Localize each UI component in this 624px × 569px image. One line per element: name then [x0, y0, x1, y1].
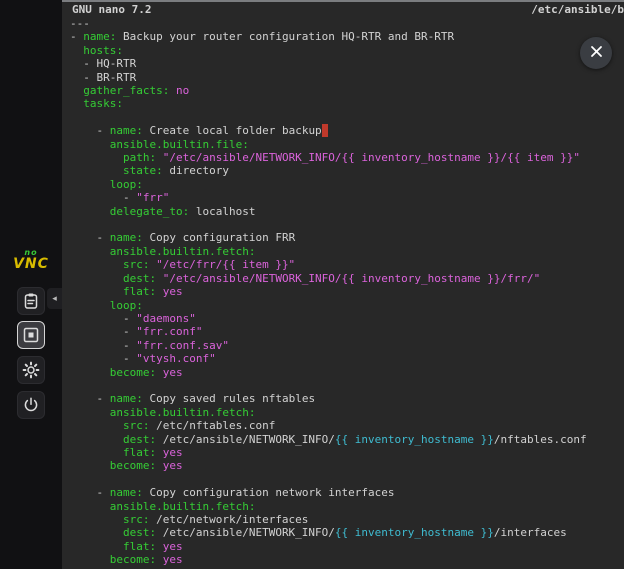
- terminal-line: - "frr.conf": [70, 325, 624, 338]
- novnc-logo: no VNC: [0, 249, 62, 271]
- terminal-line: state: directory: [70, 164, 624, 177]
- power-icon: [22, 396, 40, 414]
- settings-button[interactable]: [17, 356, 45, 384]
- terminal-line: dest: /etc/ansible/NETWORK_INFO/{{ inven…: [70, 433, 624, 446]
- terminal-line: [70, 473, 624, 486]
- nano-header: GNU nano 7.2 /etc/ansible/b: [62, 2, 624, 16]
- terminal-line: - BR-RTR: [70, 71, 624, 84]
- terminal-line: loop:: [70, 299, 624, 312]
- terminal-line: flat: yes: [70, 446, 624, 459]
- terminal-line: gather_facts: no: [70, 84, 624, 97]
- clipboard-button[interactable]: [17, 287, 45, 315]
- text-cursor: [322, 124, 329, 137]
- terminal-line: - HQ-RTR: [70, 57, 624, 70]
- terminal-line: src: /etc/nftables.conf: [70, 419, 624, 432]
- nano-file-path: /etc/ansible/b: [531, 3, 624, 16]
- terminal-line: flat: yes: [70, 540, 624, 553]
- terminal-line: - "daemons": [70, 312, 624, 325]
- terminal-line: become: yes: [70, 459, 624, 472]
- terminal-line: src: "/etc/frr/{{ item }}": [70, 258, 624, 271]
- control-bar-handle[interactable]: ◂: [47, 288, 62, 309]
- terminal-line: [70, 111, 624, 124]
- terminal-line: [70, 379, 624, 392]
- terminal-line: ansible.builtin.fetch:: [70, 500, 624, 513]
- terminal-line: - "frr": [70, 191, 624, 204]
- vnc-desktop: no VNC ◂: [0, 0, 624, 569]
- clipboard-icon: [22, 292, 40, 310]
- terminal-line: dest: /etc/ansible/NETWORK_INFO/{{ inven…: [70, 526, 624, 539]
- novnc-logo-vnc: VNC: [0, 257, 62, 271]
- terminal-line: flat: yes: [70, 285, 624, 298]
- terminal-line: tasks:: [70, 97, 624, 110]
- terminal-line: ansible.builtin.fetch:: [70, 245, 624, 258]
- terminal-line: - name: Copy configuration network inter…: [70, 486, 624, 499]
- terminal-line: hosts:: [70, 44, 624, 57]
- terminal-line: [70, 218, 624, 231]
- fullscreen-button[interactable]: [17, 321, 45, 349]
- terminal-line: - name: Copy configuration FRR: [70, 231, 624, 244]
- terminal-line: src: /etc/network/interfaces: [70, 513, 624, 526]
- terminal-line: ansible.builtin.fetch:: [70, 406, 624, 419]
- vnc-control-bar: no VNC ◂: [0, 0, 62, 569]
- terminal-line: loop:: [70, 178, 624, 191]
- editor-content[interactable]: ---- name: Backup your router configurat…: [62, 16, 624, 567]
- fullscreen-icon: [22, 326, 40, 344]
- terminal-line: - name: Create local folder backup: [70, 124, 624, 137]
- nano-version: GNU nano 7.2: [72, 3, 151, 16]
- terminal-window[interactable]: GNU nano 7.2 /etc/ansible/b ---- name: B…: [62, 0, 624, 569]
- terminal-line: ---: [70, 17, 624, 30]
- terminal-line: - name: Backup your router configuration…: [70, 30, 624, 43]
- terminal-line: ansible.builtin.file:: [70, 138, 624, 151]
- power-button[interactable]: [17, 391, 45, 419]
- terminal-line: - "frr.conf.sav": [70, 339, 624, 352]
- terminal-line: become: yes: [70, 366, 624, 379]
- terminal-line: dest: "/etc/ansible/NETWORK_INFO/{{ inve…: [70, 272, 624, 285]
- chevron-left-icon: ◂: [52, 294, 57, 304]
- terminal-line: delegate_to: localhost: [70, 205, 624, 218]
- close-button[interactable]: [580, 37, 612, 69]
- terminal-line: path: "/etc/ansible/NETWORK_INFO/{{ inve…: [70, 151, 624, 164]
- terminal-line: become: yes: [70, 553, 624, 566]
- close-icon: [590, 45, 603, 61]
- terminal-line: - "vtysh.conf": [70, 352, 624, 365]
- terminal-line: - name: Copy saved rules nftables: [70, 392, 624, 405]
- gear-icon: [22, 361, 40, 379]
